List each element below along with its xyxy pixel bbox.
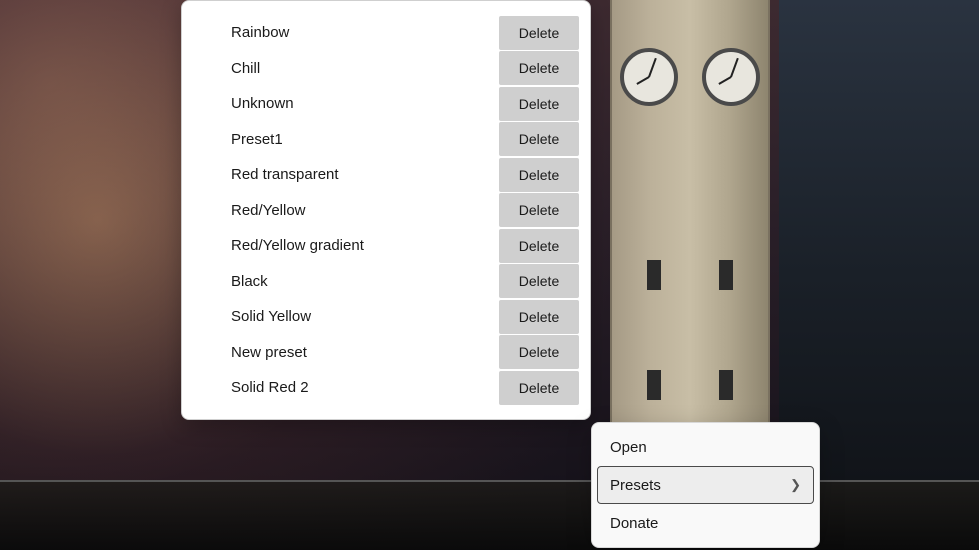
delete-button[interactable]: Delete	[499, 193, 579, 227]
preset-row: Preset1 Delete	[193, 122, 579, 156]
context-menu: Open Presets ❯ Donate	[591, 422, 820, 548]
clockface-icon	[620, 48, 678, 106]
delete-button[interactable]: Delete	[499, 264, 579, 298]
preset-row: Rainbow Delete	[193, 16, 579, 50]
menu-item-donate[interactable]: Donate	[597, 504, 814, 542]
menu-item-label: Donate	[610, 515, 658, 532]
preset-name[interactable]: Black	[193, 273, 499, 290]
preset-name[interactable]: Red/Yellow	[193, 202, 499, 219]
preset-name[interactable]: Preset1	[193, 131, 499, 148]
menu-item-label: Open	[610, 439, 647, 456]
preset-name[interactable]: Rainbow	[193, 24, 499, 41]
delete-button[interactable]: Delete	[499, 371, 579, 405]
preset-row: Solid Yellow Delete	[193, 300, 579, 334]
wallpaper-bridge	[0, 480, 979, 550]
delete-button[interactable]: Delete	[499, 229, 579, 263]
preset-row: Black Delete	[193, 264, 579, 298]
preset-row: New preset Delete	[193, 335, 579, 369]
delete-button[interactable]: Delete	[499, 122, 579, 156]
preset-row: Red/Yellow gradient Delete	[193, 229, 579, 263]
preset-row: Red/Yellow Delete	[193, 193, 579, 227]
tower-window	[647, 260, 661, 290]
preset-row: Solid Red 2 Delete	[193, 371, 579, 405]
delete-button[interactable]: Delete	[499, 16, 579, 50]
preset-name[interactable]: Unknown	[193, 95, 499, 112]
tower-window	[647, 370, 661, 400]
tower-window	[719, 370, 733, 400]
preset-row: Chill Delete	[193, 51, 579, 85]
menu-item-label: Presets	[610, 477, 661, 494]
preset-name[interactable]: Red/Yellow gradient	[193, 237, 499, 254]
preset-name[interactable]: Solid Yellow	[193, 308, 499, 325]
tower-window	[719, 260, 733, 290]
preset-name[interactable]: Red transparent	[193, 166, 499, 183]
clockface-icon	[702, 48, 760, 106]
preset-row: Unknown Delete	[193, 87, 579, 121]
preset-name[interactable]: Chill	[193, 60, 499, 77]
delete-button[interactable]: Delete	[499, 87, 579, 121]
preset-name[interactable]: Solid Red 2	[193, 379, 499, 396]
delete-button[interactable]: Delete	[499, 335, 579, 369]
delete-button[interactable]: Delete	[499, 51, 579, 85]
preset-name[interactable]: New preset	[193, 344, 499, 361]
delete-button[interactable]: Delete	[499, 158, 579, 192]
menu-item-presets[interactable]: Presets ❯	[597, 466, 814, 504]
preset-row: Red transparent Delete	[193, 158, 579, 192]
presets-popup: Rainbow Delete Chill Delete Unknown Dele…	[181, 0, 591, 420]
chevron-right-icon: ❯	[790, 477, 801, 493]
delete-button[interactable]: Delete	[499, 300, 579, 334]
menu-item-open[interactable]: Open	[597, 428, 814, 466]
